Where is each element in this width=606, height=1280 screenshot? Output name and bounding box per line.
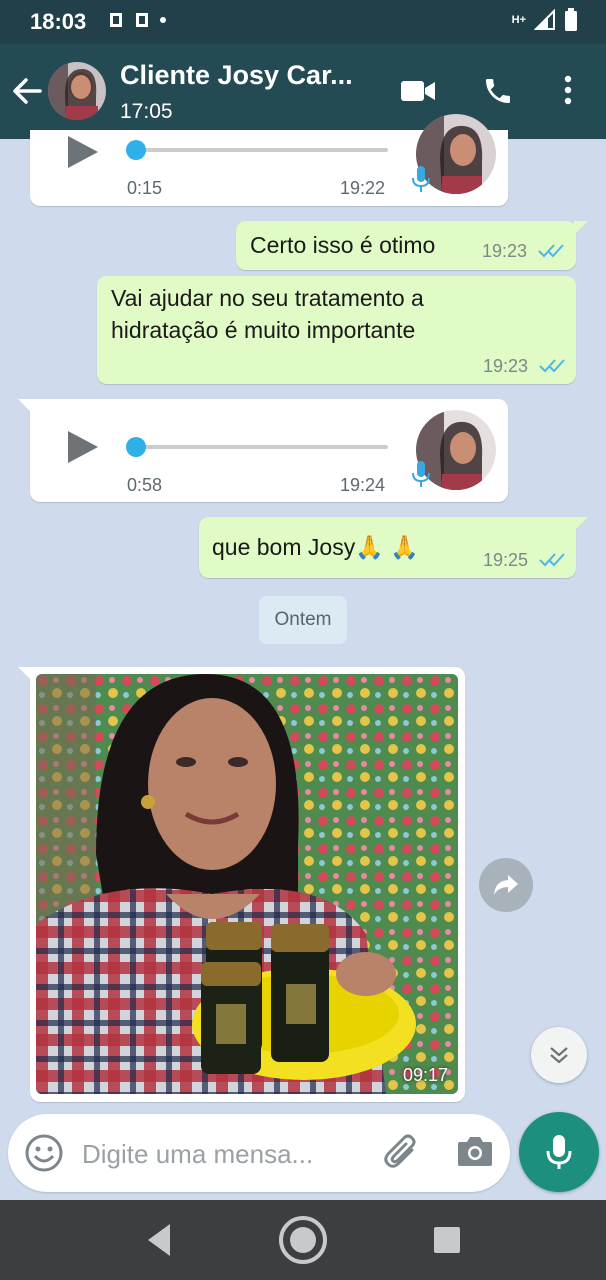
status-bar: 18:03 H+ [0, 0, 606, 44]
last-seen: 17:05 [120, 100, 173, 123]
back-arrow-icon[interactable] [10, 74, 44, 108]
audio-duration: 0:58 [127, 475, 163, 495]
contact-avatar[interactable] [48, 62, 106, 120]
microphone-icon [546, 1135, 572, 1169]
forward-icon [494, 875, 518, 895]
play-icon[interactable] [64, 427, 100, 467]
message-input[interactable] [80, 1132, 374, 1176]
audio-message[interactable]: 0:15 19:22 [30, 114, 508, 206]
outgoing-message[interactable]: que bom Josy🙏 🙏 19:25 [199, 517, 588, 578]
mic-icon [412, 461, 430, 487]
outgoing-message[interactable]: Vai ajudar no seu tratamento a hidrataçã… [97, 276, 576, 384]
dot-icon [160, 17, 166, 23]
message-time: 19:24 [340, 475, 386, 495]
nav-back-icon[interactable] [144, 1220, 174, 1260]
signal-icon [534, 9, 555, 30]
notification-icon [110, 13, 122, 27]
emoji-icon[interactable] [24, 1133, 64, 1173]
message-text-line1: Vai ajudar no seu tratamento a [111, 285, 424, 311]
system-nav-bar [0, 1200, 606, 1280]
message-time: 19:25 [483, 550, 529, 570]
contact-name[interactable]: Cliente Josy Car... [120, 60, 353, 91]
message-text-line2: hidratação é muito importante [111, 317, 416, 343]
phone-icon[interactable] [482, 75, 514, 107]
audio-progress-track[interactable] [136, 148, 388, 152]
mic-icon [412, 166, 430, 192]
outgoing-message[interactable]: Certo isso é otimo 19:23 [236, 221, 588, 270]
network-type: H+ [511, 14, 526, 26]
message-text: Certo isso é otimo [250, 232, 436, 258]
read-receipt-icon [538, 244, 564, 258]
status-time: 18:03 [30, 9, 87, 34]
audio-seek-handle[interactable] [126, 140, 146, 160]
audio-progress-track[interactable] [136, 445, 388, 449]
status-left-icons [108, 11, 166, 29]
more-options-icon[interactable] [560, 74, 576, 106]
photo-time: 09:17 [402, 1065, 448, 1085]
message-time: 19:22 [340, 178, 386, 198]
status-right-icons: H+ [512, 8, 578, 32]
chat-header: Cliente Josy Car... 17:05 [0, 44, 606, 139]
nav-home-icon[interactable] [278, 1215, 328, 1265]
read-receipt-icon [539, 359, 565, 373]
video-call-icon[interactable] [400, 78, 436, 104]
message-text: que bom Josy🙏 🙏 [212, 534, 419, 560]
play-icon[interactable] [64, 132, 100, 172]
photo-thumbnail[interactable]: 09:17 [36, 674, 458, 1094]
nav-recents-icon[interactable] [432, 1225, 462, 1255]
message-time: 19:23 [483, 356, 529, 376]
read-receipt-icon [539, 553, 565, 567]
audio-message[interactable]: 0:58 19:24 [18, 399, 508, 502]
message-time: 19:23 [482, 241, 528, 261]
notification-icon-2 [136, 13, 148, 27]
scroll-to-bottom-button[interactable] [531, 1027, 587, 1083]
record-voice-button[interactable] [519, 1112, 599, 1192]
attach-icon[interactable] [382, 1132, 420, 1172]
forward-button[interactable] [479, 858, 533, 912]
date-separator: Ontem [259, 596, 347, 644]
audio-seek-handle[interactable] [126, 437, 146, 457]
message-composer [8, 1114, 510, 1192]
double-chevron-down-icon [550, 1047, 568, 1064]
camera-icon[interactable] [456, 1134, 494, 1168]
battery-icon [565, 8, 577, 31]
audio-duration: 0:15 [127, 178, 163, 198]
